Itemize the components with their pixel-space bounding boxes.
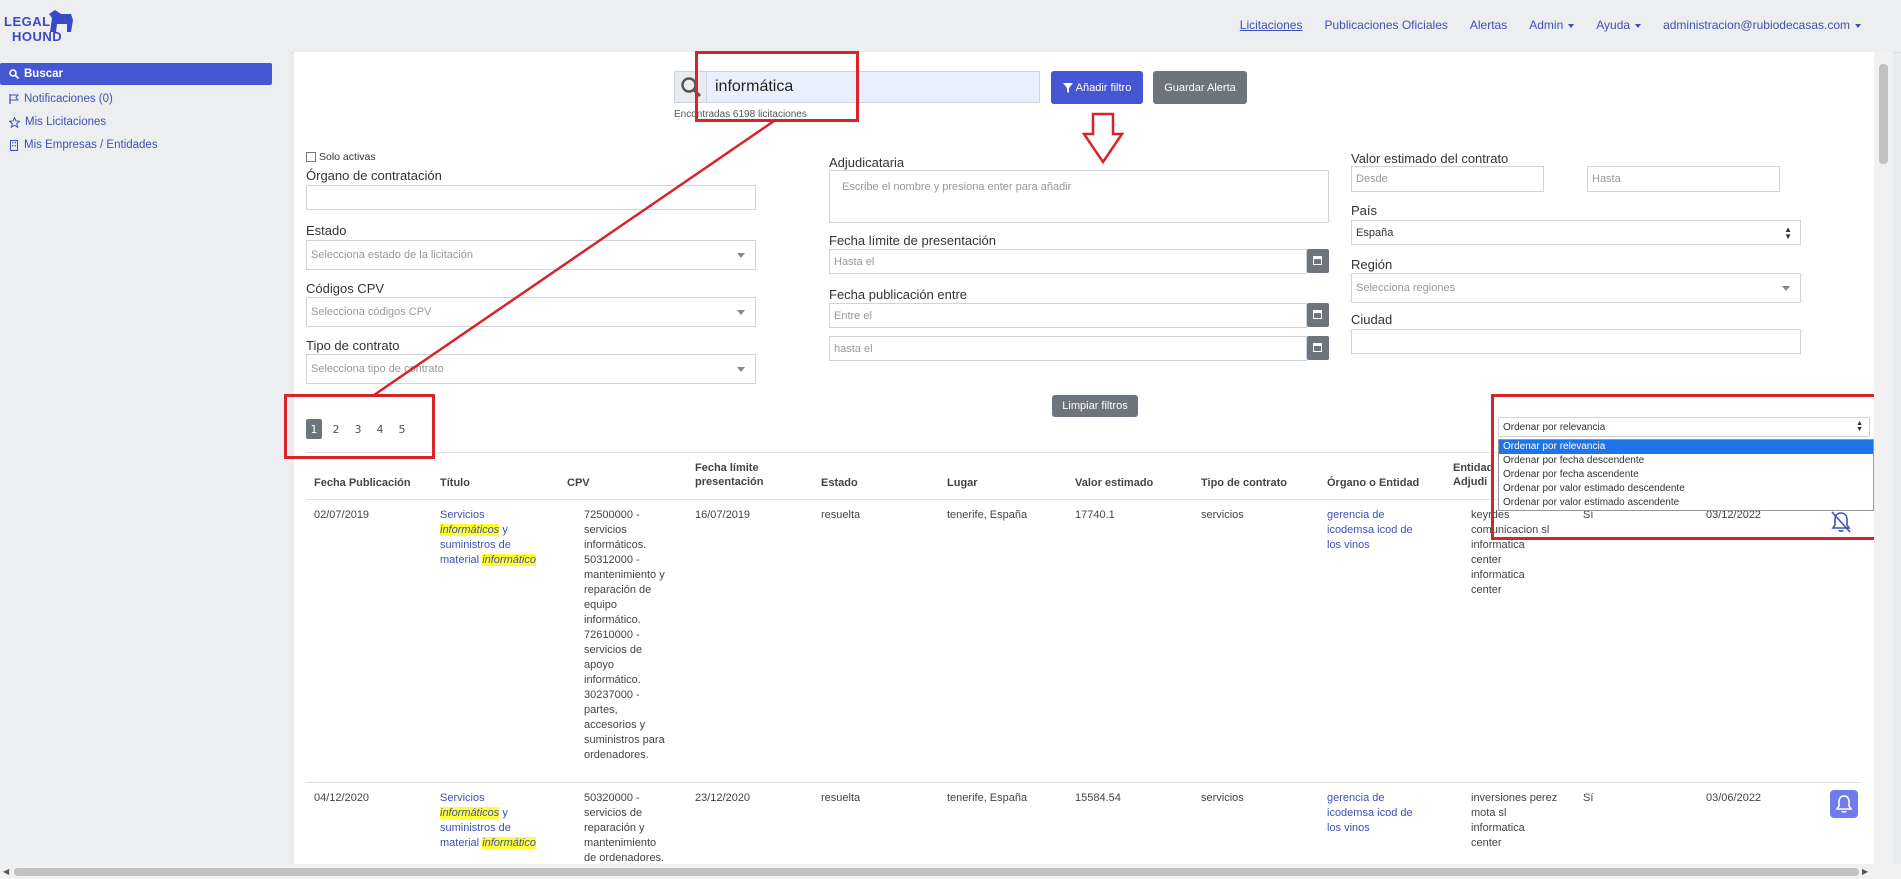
horizontal-scrollbar-thumb[interactable] (14, 868, 1859, 876)
scroll-right-icon[interactable]: ▶ (1862, 867, 1868, 876)
horizontal-scrollbar[interactable]: ◀ ▶ (0, 864, 1901, 879)
scroll-left-icon[interactable]: ◀ (3, 867, 9, 876)
vertical-scrollbar-thumb[interactable] (1879, 64, 1888, 164)
vertical-scrollbar[interactable] (1874, 52, 1893, 864)
annotation-arrows (373, 112, 1125, 397)
down-arrow-icon (1081, 112, 1125, 165)
annotation-line (373, 119, 775, 397)
